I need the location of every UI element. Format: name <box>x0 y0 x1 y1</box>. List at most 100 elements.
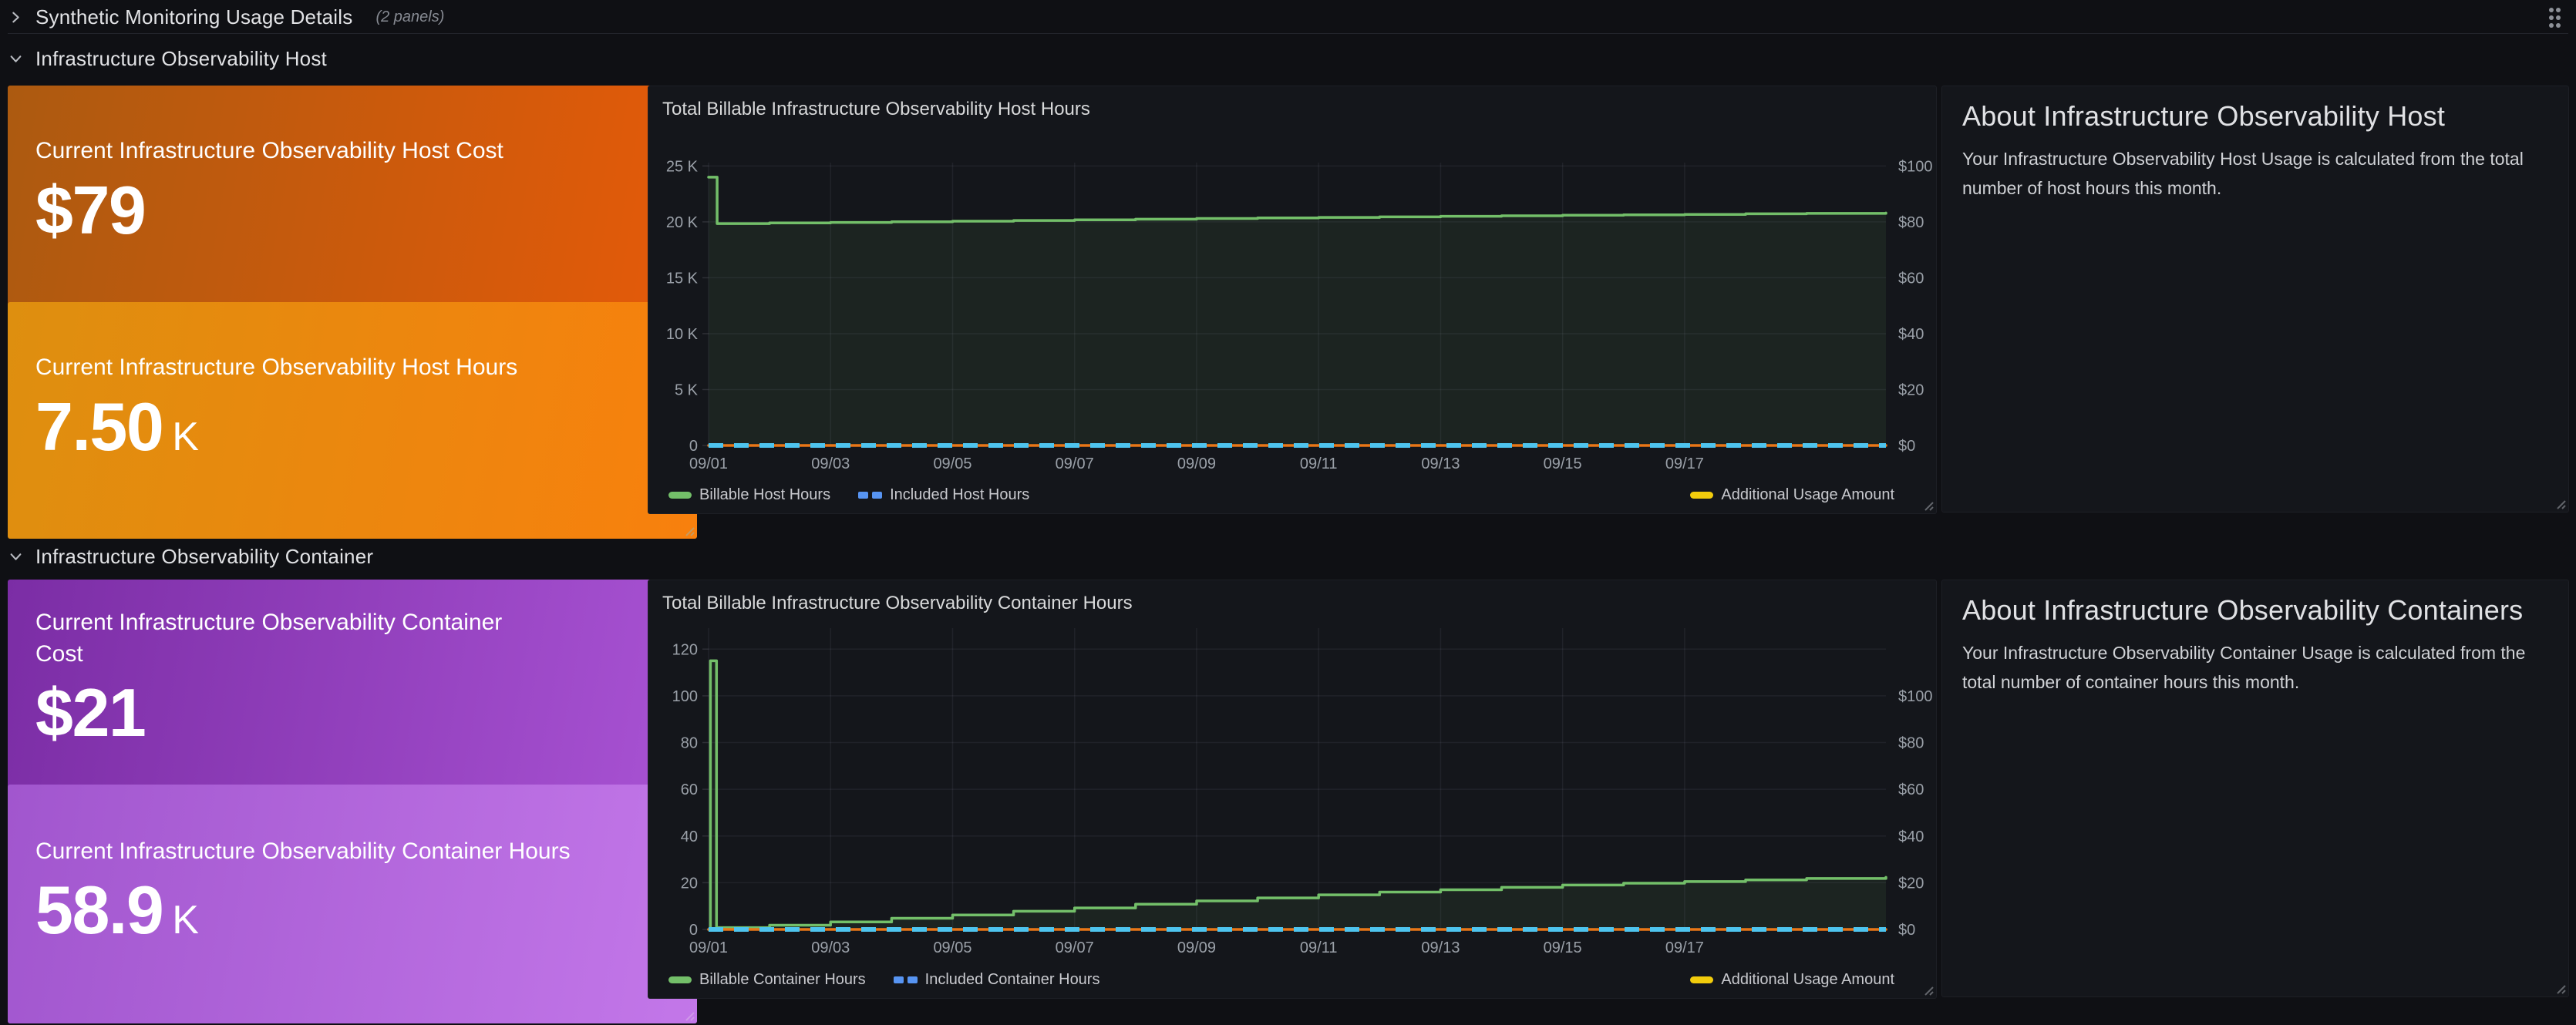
resize-handle[interactable] <box>1921 983 1934 996</box>
container-hours-chart-panel: Total Billable Infrastructure Observabil… <box>648 580 1937 999</box>
legend-label: Billable Container Hours <box>699 971 866 989</box>
svg-text:$20: $20 <box>1898 381 1924 398</box>
stat-value: 7.50K <box>35 392 669 462</box>
resize-handle[interactable] <box>682 1009 695 1021</box>
svg-text:09/09: 09/09 <box>1177 455 1216 472</box>
legend-swatch-icon <box>668 976 692 983</box>
stat-title: Current Infrastructure Observability Hos… <box>35 352 669 384</box>
row-title: Synthetic Monitoring Usage Details <box>35 5 352 29</box>
svg-text:0: 0 <box>689 438 698 455</box>
svg-text:09/01: 09/01 <box>689 939 728 956</box>
svg-text:09/17: 09/17 <box>1665 939 1704 956</box>
svg-text:09/13: 09/13 <box>1421 939 1460 956</box>
chart-legend: Billable Container Hours Included Contain… <box>668 971 1894 989</box>
svg-text:25 K: 25 K <box>666 158 699 175</box>
about-heading: About Infrastructure Observability Conta… <box>1962 594 2548 627</box>
stat-container-hours-panel: Current Infrastructure Observability Con… <box>8 785 697 1023</box>
legend-item-included-host-hours[interactable]: Included Host Hours <box>858 486 1029 504</box>
svg-text:15 K: 15 K <box>666 270 699 287</box>
chart-legend: Billable Host Hours Included Host Hours A… <box>668 486 1894 504</box>
stat-title: Current Infrastructure Observability Con… <box>35 836 669 868</box>
legend-label: Included Host Hours <box>890 486 1029 504</box>
section-title-host: Infrastructure Observability Host <box>35 47 327 71</box>
svg-text:60: 60 <box>681 781 698 798</box>
host-hours-chart-panel: Total Billable Infrastructure Observabil… <box>648 86 1937 514</box>
row-header-infra-host[interactable]: Infrastructure Observability Host <box>8 42 2568 76</box>
legend-label: Additional Usage Amount <box>1721 971 1894 989</box>
stat-title: Current Infrastructure Observability Hos… <box>35 136 669 167</box>
svg-text:$40: $40 <box>1898 326 1924 343</box>
about-host-panel: About Infrastructure Observability Host … <box>1941 86 2569 512</box>
series-fill <box>709 660 1886 929</box>
svg-text:$40: $40 <box>1898 828 1924 845</box>
about-body: Your Infrastructure Observability Host U… <box>1962 145 2548 203</box>
resize-handle[interactable] <box>1921 499 1934 511</box>
legend-swatch-icon <box>1690 492 1713 499</box>
host-hours-time-series-chart[interactable]: 0 $0 5 K $20 10 K $40 15 K $60 20 K $80 25 K $100 09… <box>648 86 1936 513</box>
legend-label: Billable Host Hours <box>699 486 830 504</box>
legend-item-billable-container-hours[interactable]: Billable Container Hours <box>668 971 866 989</box>
svg-text:40: 40 <box>681 828 698 845</box>
legend-swatch-icon <box>668 492 692 499</box>
svg-text:09/01: 09/01 <box>689 455 728 472</box>
svg-text:20 K: 20 K <box>666 214 699 231</box>
row-header-synthetic-monitoring[interactable]: Synthetic Monitoring Usage Details (2 pa… <box>8 0 2568 34</box>
svg-text:10 K: 10 K <box>666 326 699 343</box>
svg-text:09/05: 09/05 <box>933 455 971 472</box>
svg-text:$20: $20 <box>1898 875 1924 892</box>
svg-text:09/17: 09/17 <box>1665 455 1704 472</box>
row-divider <box>8 33 2568 34</box>
svg-text:80: 80 <box>681 735 698 752</box>
svg-text:$100: $100 <box>1898 158 1933 175</box>
svg-text:$0: $0 <box>1898 438 1915 455</box>
resize-handle[interactable] <box>2554 497 2566 509</box>
svg-text:120: 120 <box>672 641 698 658</box>
about-body: Your Infrastructure Observability Contai… <box>1962 639 2548 697</box>
svg-text:09/09: 09/09 <box>1177 939 1216 956</box>
stat-host-cost-panel: Current Infrastructure Observability Hos… <box>8 86 697 322</box>
svg-text:09/13: 09/13 <box>1421 455 1460 472</box>
chevron-right-icon <box>8 9 23 25</box>
svg-text:$60: $60 <box>1898 781 1924 798</box>
about-heading: About Infrastructure Observability Host <box>1962 100 2548 133</box>
svg-text:09/07: 09/07 <box>1056 455 1094 472</box>
container-hours-time-series-chart[interactable]: 0$020$2040$4060$6080$80100$10012009/0109… <box>648 580 1936 998</box>
svg-text:$80: $80 <box>1898 214 1924 231</box>
resize-handle[interactable] <box>682 524 695 536</box>
chevron-down-icon <box>8 51 23 66</box>
resize-handle[interactable] <box>2554 982 2566 994</box>
svg-text:$0: $0 <box>1898 922 1915 939</box>
legend-swatch-icon <box>894 976 918 983</box>
svg-text:09/07: 09/07 <box>1056 939 1094 956</box>
svg-text:5 K: 5 K <box>675 381 699 398</box>
svg-text:09/03: 09/03 <box>811 939 850 956</box>
stat-value: $21 <box>35 677 669 748</box>
legend-item-additional-usage-amount[interactable]: Additional Usage Amount <box>1690 486 1894 504</box>
svg-text:0: 0 <box>689 922 698 939</box>
legend-item-included-container-hours[interactable]: Included Container Hours <box>894 971 1100 989</box>
row-header-infra-container[interactable]: Infrastructure Observability Container <box>8 539 2568 573</box>
svg-text:09/15: 09/15 <box>1544 455 1582 472</box>
legend-swatch-icon <box>1690 976 1713 983</box>
svg-text:$80: $80 <box>1898 735 1924 752</box>
stat-container-cost-panel: Current Infrastructure Observability Con… <box>8 580 697 803</box>
svg-text:09/15: 09/15 <box>1544 939 1582 956</box>
svg-text:20: 20 <box>681 875 698 892</box>
stat-value: 58.9K <box>35 875 669 946</box>
section-title-container: Infrastructure Observability Container <box>35 545 373 569</box>
row-panel-count: (2 panels) <box>375 8 444 26</box>
drag-handle-icon[interactable] <box>2547 6 2562 33</box>
legend-swatch-icon <box>858 492 882 499</box>
stat-value: $79 <box>35 175 669 246</box>
legend-label: Additional Usage Amount <box>1721 486 1894 504</box>
legend-label: Included Container Hours <box>925 971 1100 989</box>
legend-item-additional-usage-amount[interactable]: Additional Usage Amount <box>1690 971 1894 989</box>
svg-text:09/05: 09/05 <box>933 939 971 956</box>
about-containers-panel: About Infrastructure Observability Conta… <box>1941 580 2569 997</box>
svg-text:09/11: 09/11 <box>1300 939 1338 956</box>
legend-item-billable-host-hours[interactable]: Billable Host Hours <box>668 486 830 504</box>
chevron-down-icon <box>8 549 23 564</box>
svg-text:$100: $100 <box>1898 688 1933 705</box>
svg-text:$60: $60 <box>1898 270 1924 287</box>
stat-title: Current Infrastructure Observability Con… <box>35 607 544 670</box>
